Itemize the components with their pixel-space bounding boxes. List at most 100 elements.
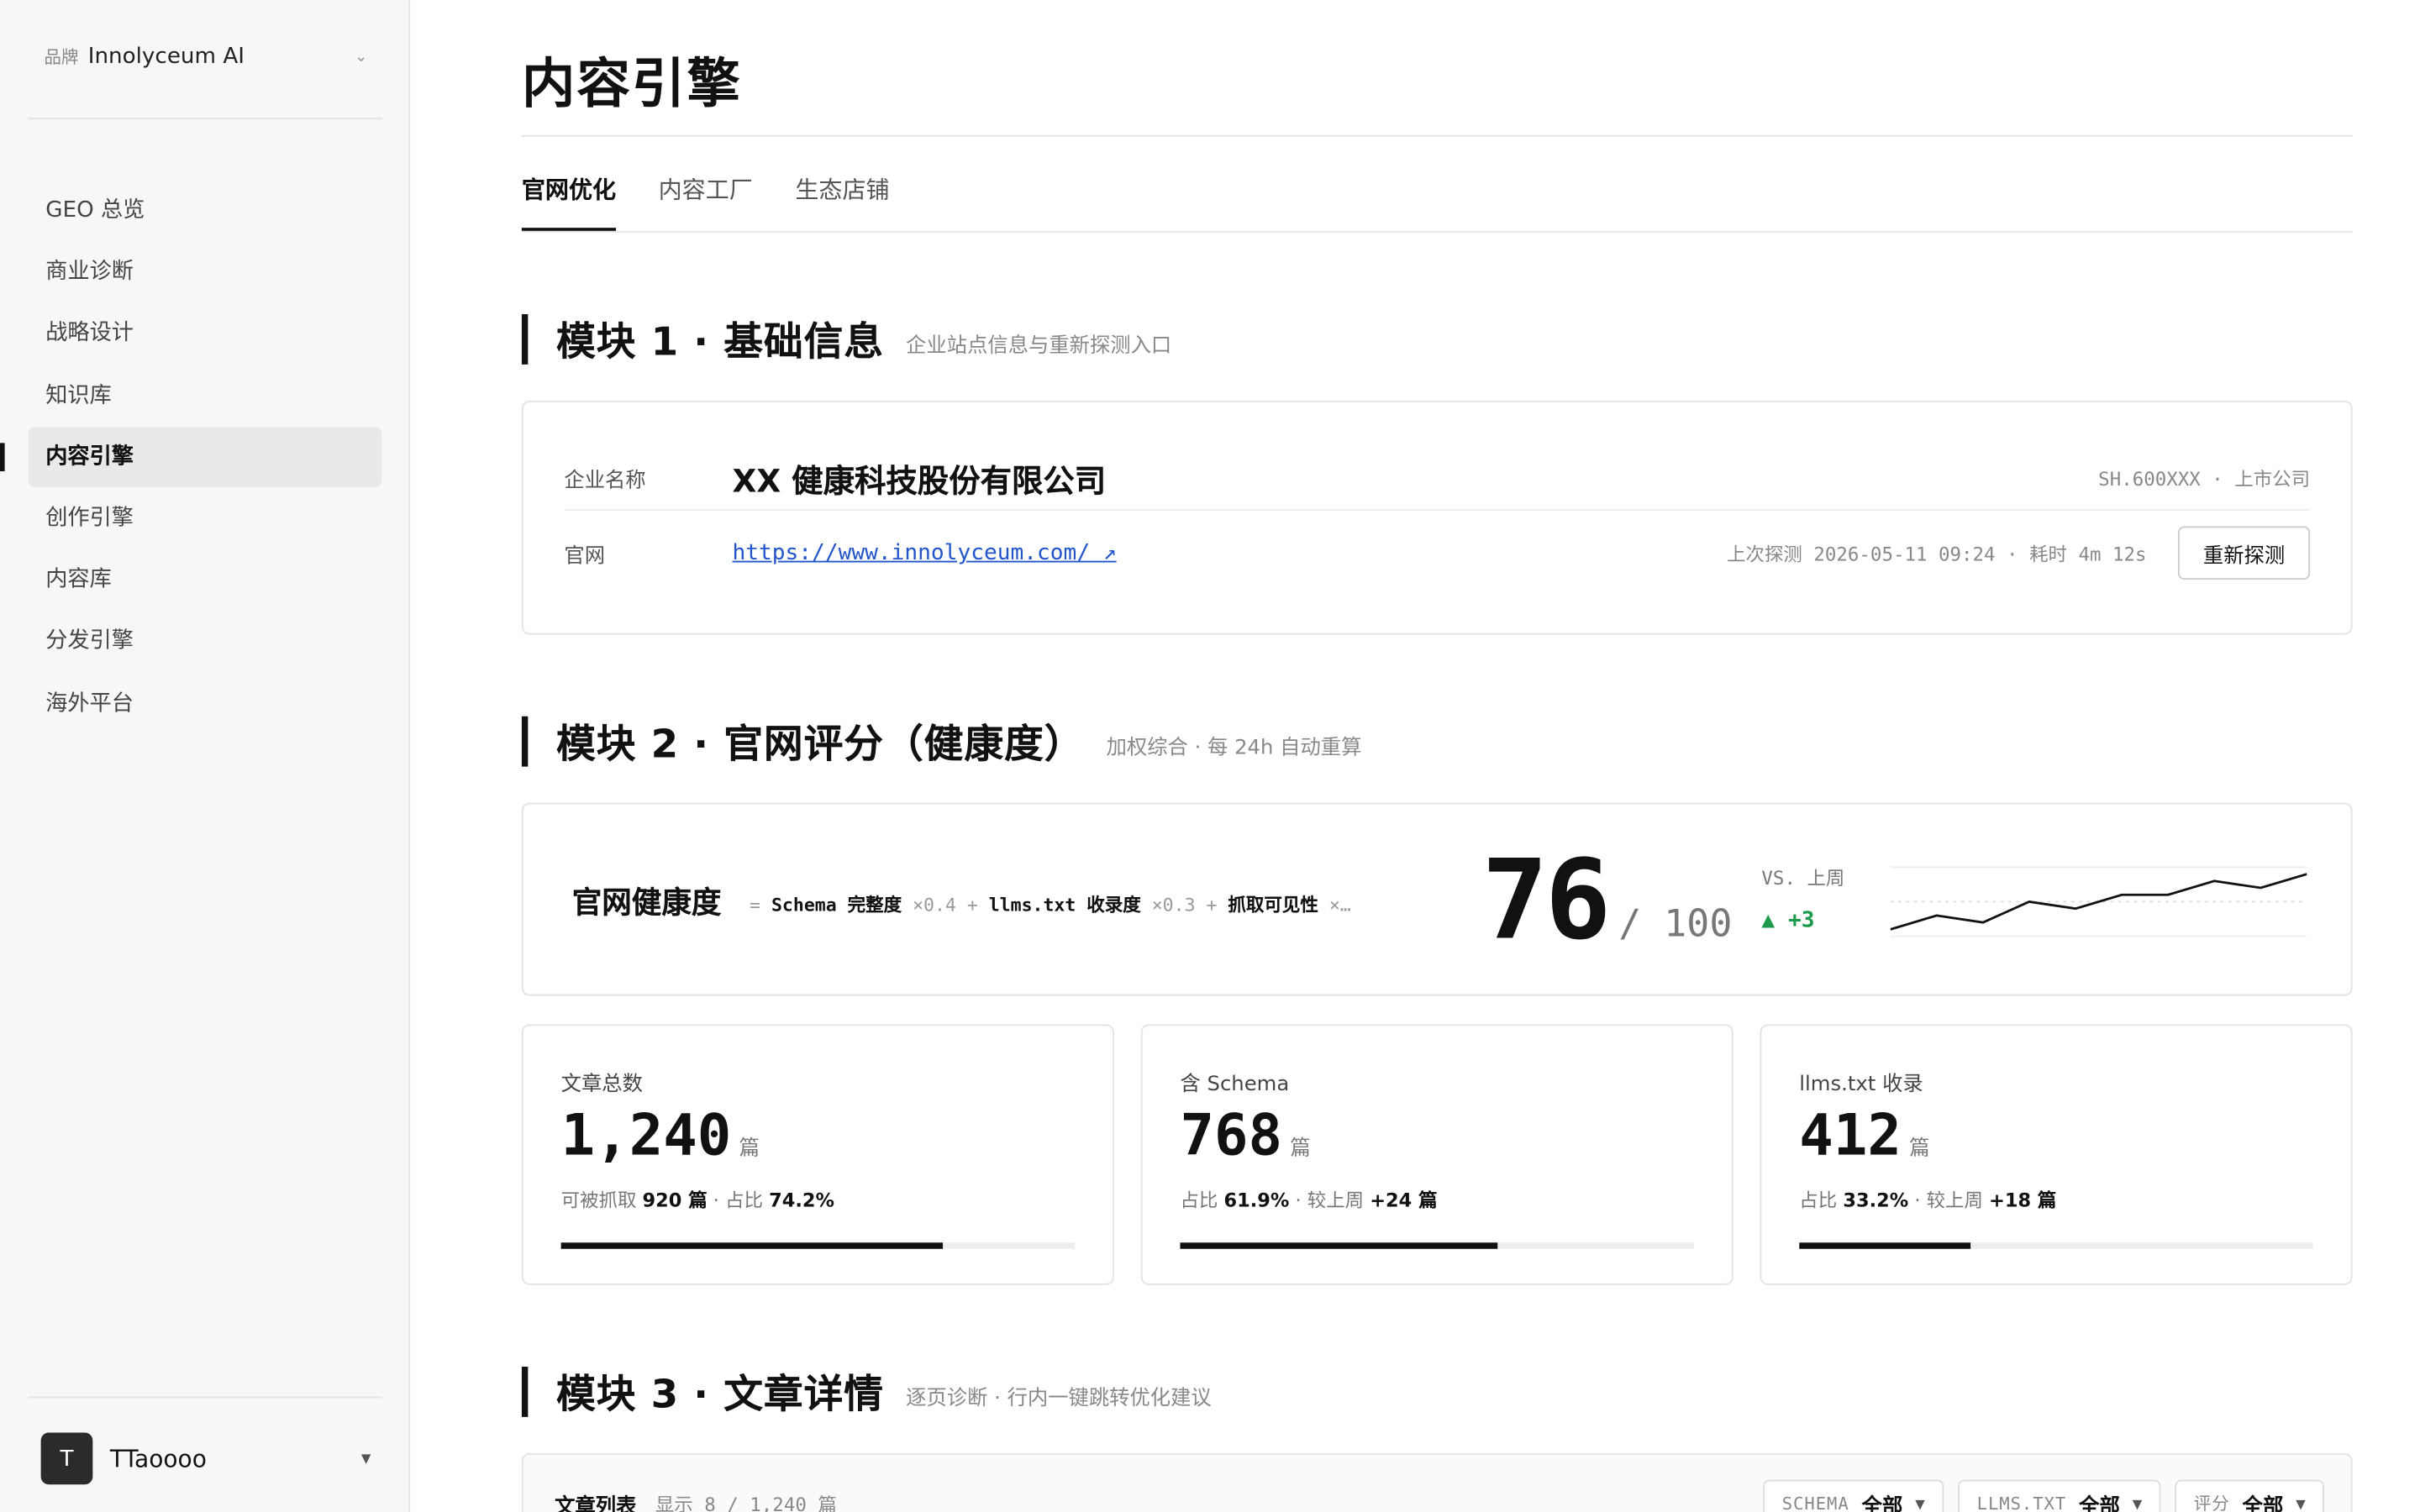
stat-label: 文章总数 xyxy=(560,1073,643,1097)
stat-value: 1,240 篇 xyxy=(561,1105,760,1169)
score-delta: ▲ +3 xyxy=(1761,907,1815,933)
module-subtitle: 逐页诊断 · 行内一键跳转优化建议 xyxy=(906,1386,1212,1410)
avatar: T xyxy=(40,1432,93,1485)
meta-value: 74.2% xyxy=(769,1189,834,1211)
vs-last-week-label: VS. 上周 xyxy=(1761,867,1845,890)
stat-card-total-articles: 文章总数 1,240 篇 可被抓取 920 篇 · 占比 74.2% xyxy=(521,1024,1114,1285)
health-score-value: 76 xyxy=(1481,835,1612,965)
formula-term: Schema 完整度 xyxy=(771,894,902,916)
basic-info-card: 企业名称 XX 健康科技股份有限公司 SH.600XXX · 上市公司 官网 h… xyxy=(521,400,2353,635)
health-title: 官网健康度 xyxy=(571,885,722,921)
llms-filter-select[interactable]: LLMS.TXT 全部 ▼ xyxy=(1958,1479,2161,1512)
module-title: 模块 2 · 官网评分（健康度） xyxy=(556,721,1085,767)
formula-term: 抓取可见性 xyxy=(1228,894,1318,916)
stat-meta: 占比 33.2% · 较上周 +18 篇 xyxy=(1799,1186,2056,1213)
meta-value: 33.2% xyxy=(1843,1189,1909,1211)
stat-label: llms.txt 收录 xyxy=(1799,1073,1923,1097)
company-row: 企业名称 XX 健康科技股份有限公司 SH.600XXX · 上市公司 xyxy=(564,454,2310,501)
stat-unit: 篇 xyxy=(739,1137,760,1162)
stat-unit: 篇 xyxy=(1290,1137,1311,1162)
progress-fill xyxy=(1180,1242,1498,1249)
caret-down-icon: ▼ xyxy=(1915,1496,1925,1511)
meta-value: +24 篇 xyxy=(1370,1189,1438,1211)
brand-switcher[interactable]: 品牌 Innolyceum AI ⌄ xyxy=(44,44,380,69)
meta-value: 61.9% xyxy=(1223,1189,1290,1211)
stat-label: 含 Schema xyxy=(1180,1073,1290,1097)
progress-bar xyxy=(1180,1242,1695,1249)
health-score-card: 官网健康度 = Schema 完整度 ×0.4 + llms.txt 收录度 ×… xyxy=(521,802,2353,996)
article-list-card: 文章列表 显示 8 / 1,240 篇 SCHEMA 全部 ▼ LLMS.TXT… xyxy=(521,1452,2353,1512)
formula-weight: ×0.4 + xyxy=(902,894,989,916)
progress-bar xyxy=(560,1242,1076,1249)
module-subtitle: 企业站点信息与重新探测入口 xyxy=(906,333,1172,358)
formula-weight: ×… xyxy=(1318,894,1351,916)
sidebar-item-content-engine[interactable]: 内容引擎 xyxy=(0,427,382,487)
brand-name: Innolyceum AI xyxy=(87,44,245,70)
stat-number: 412 xyxy=(1799,1104,1902,1169)
sidebar-item-strategy-design[interactable]: 战略设计 xyxy=(29,304,382,364)
meta-label: · 占比 xyxy=(707,1189,770,1211)
sidebar-item-business-diagnosis[interactable]: 商业诊断 xyxy=(29,242,382,302)
module-1-header: 模块 1 · 基础信息 企业站点信息与重新探测入口 xyxy=(521,314,1172,365)
progress-fill xyxy=(1799,1242,1970,1249)
caret-down-icon: ▼ xyxy=(2132,1496,2143,1511)
app-root: 品牌 Innolyceum AI ⌄ GEO 总览 商业诊断 战略设计 知识库 … xyxy=(0,0,2420,1512)
stat-meta: 可被抓取 920 篇 · 占比 74.2% xyxy=(561,1186,834,1213)
progress-bar xyxy=(1799,1242,2313,1249)
stat-card-llms-txt: llms.txt 收录 412 篇 占比 33.2% · 较上周 +18 篇 xyxy=(1760,1024,2353,1285)
filter-key: 评分 xyxy=(2193,1494,2230,1512)
tab-content-factory[interactable]: 内容工厂 xyxy=(659,170,753,231)
meta-value: 920 篇 xyxy=(642,1189,708,1211)
website-link[interactable]: https://www.innolyceum.com/ ↗ xyxy=(732,540,1116,565)
module-2-header: 模块 2 · 官网评分（健康度） 加权综合 · 每 24h 自动重算 xyxy=(521,716,1362,767)
filter-value: 全部 xyxy=(1861,1494,1903,1512)
module-title: 模块 3 · 文章详情 xyxy=(556,1371,884,1417)
user-menu[interactable]: T TTaoooo ▼ xyxy=(40,1432,377,1485)
module-3-header: 模块 3 · 文章详情 逐页诊断 · 行内一键跳转优化建议 xyxy=(521,1367,1212,1417)
page-title: 内容引擎 xyxy=(521,53,742,117)
stat-value: 412 篇 xyxy=(1799,1105,1929,1169)
meta-label: · 较上周 xyxy=(1289,1189,1370,1211)
website-label: 官网 xyxy=(564,544,606,569)
filter-value: 全部 xyxy=(2079,1494,2120,1512)
meta-label: 占比 xyxy=(1799,1189,1844,1211)
sidebar-item-creation-engine[interactable]: 创作引擎 xyxy=(29,488,382,548)
company-label: 企业名称 xyxy=(564,469,646,493)
health-score-max: / 100 xyxy=(1618,901,1733,946)
stat-meta: 占比 61.9% · 较上周 +24 篇 xyxy=(1180,1186,1437,1213)
meta-value: +18 篇 xyxy=(1989,1189,2057,1211)
article-list-title: 文章列表 xyxy=(555,1495,637,1512)
stat-number: 768 xyxy=(1180,1104,1283,1169)
sidebar-item-content-library[interactable]: 内容库 xyxy=(29,550,382,610)
stock-ticker: SH.600XXX · 上市公司 xyxy=(2098,467,2311,490)
score-formula: = Schema 完整度 ×0.4 + llms.txt 收录度 ×0.3 + … xyxy=(750,892,1428,917)
sidebar: 品牌 Innolyceum AI ⌄ GEO 总览 商业诊断 战略设计 知识库 … xyxy=(0,0,411,1512)
chevron-down-icon: ⌄ xyxy=(354,48,368,66)
title-divider xyxy=(521,134,2353,137)
module-subtitle: 加权综合 · 每 24h 自动重算 xyxy=(1106,736,1362,760)
caret-down-icon: ▼ xyxy=(2296,1496,2306,1511)
reprobe-button[interactable]: 重新探测 xyxy=(2177,526,2311,580)
filter-key: LLMS.TXT xyxy=(1976,1493,2067,1512)
stat-unit: 篇 xyxy=(1909,1137,1930,1162)
brand-tag: 品牌 xyxy=(44,47,79,68)
sidebar-item-geo-overview[interactable]: GEO 总览 xyxy=(29,181,382,240)
sidebar-nav: GEO 总览 商业诊断 战略设计 知识库 内容引擎 创作引擎 内容库 分发引擎 … xyxy=(0,181,382,735)
schema-filter-select[interactable]: SCHEMA 全部 ▼ xyxy=(1763,1479,1944,1512)
sidebar-divider xyxy=(28,118,382,120)
last-probe-info: 上次探测 2026-05-11 09:24 · 耗时 4m 12s xyxy=(1727,543,2147,565)
sidebar-item-distribution-engine[interactable]: 分发引擎 xyxy=(29,612,382,671)
caret-down-icon: ▼ xyxy=(360,1452,371,1466)
progress-fill xyxy=(560,1242,943,1249)
score-filter-select[interactable]: 评分 全部 ▼ xyxy=(2175,1479,2325,1512)
sidebar-item-overseas-platforms[interactable]: 海外平台 xyxy=(29,673,382,732)
sidebar-divider xyxy=(28,1396,382,1399)
tab-ecosystem-store[interactable]: 生态店铺 xyxy=(795,170,889,231)
sidebar-item-knowledge-base[interactable]: 知识库 xyxy=(29,365,382,425)
filter-key: SCHEMA xyxy=(1781,1493,1849,1512)
formula-weight: ×0.3 + xyxy=(1140,894,1228,916)
tab-site-optimization[interactable]: 官网优化 xyxy=(521,170,617,231)
meta-label: · 较上周 xyxy=(1908,1189,1990,1211)
meta-label: 可被抓取 xyxy=(560,1189,643,1211)
tab-bar: 官网优化 内容工厂 生态店铺 xyxy=(521,170,932,231)
